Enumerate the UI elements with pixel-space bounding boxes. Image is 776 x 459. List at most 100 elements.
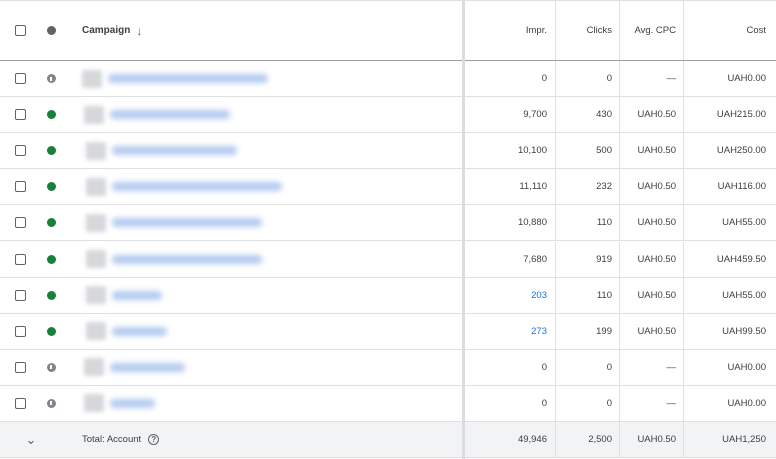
- paused-status-icon[interactable]: [46, 398, 56, 408]
- enabled-status-icon[interactable]: [46, 182, 56, 192]
- sort-descending-icon[interactable]: ↓: [136, 24, 142, 38]
- row-status-cell: [40, 97, 62, 132]
- header-cpc-cell[interactable]: Avg. CPC: [620, 1, 684, 60]
- table-row[interactable]: 11,110 232 UAH0.50 UAH116.00: [0, 169, 776, 206]
- campaign-thumbnail: [86, 322, 106, 341]
- table-row[interactable]: 10,880 110 UAH0.50 UAH55.00: [0, 205, 776, 242]
- table-row[interactable]: 0 0 — UAH0.00: [0, 385, 776, 422]
- select-all-checkbox[interactable]: [14, 25, 26, 36]
- total-cost: UAH1,250: [722, 434, 766, 445]
- campaign-name-link[interactable]: [112, 254, 262, 264]
- header-campaign-cell[interactable]: Campaign ↓: [62, 1, 462, 60]
- row-impr[interactable]: 203: [531, 290, 547, 301]
- row-cpc-cell: UAH0.50: [620, 277, 684, 313]
- row-cpc-cell: UAH0.50: [620, 169, 684, 205]
- enabled-status-icon[interactable]: [46, 290, 56, 300]
- row-avg-cpc: UAH0.50: [637, 109, 676, 121]
- campaign-thumbnail: [84, 358, 104, 377]
- chevron-down-icon[interactable]: ⌄: [26, 432, 37, 448]
- cost-column-header[interactable]: Cost: [746, 25, 766, 36]
- total-avg-cpc: UAH0.50: [637, 434, 676, 445]
- row-cost: UAH0.00: [727, 73, 766, 85]
- row-cost-cell: UAH116.00: [684, 169, 776, 204]
- enabled-status-icon[interactable]: [46, 326, 56, 336]
- campaign-name-link[interactable]: [112, 326, 167, 336]
- row-checkbox[interactable]: [14, 325, 26, 337]
- row-cost-cell: UAH215.00: [684, 97, 776, 132]
- campaign-name-link[interactable]: [112, 182, 282, 192]
- campaign-name-link[interactable]: [112, 146, 237, 156]
- table-row[interactable]: 0 0 — UAH0.00: [0, 61, 776, 98]
- help-icon[interactable]: ?: [148, 434, 160, 445]
- campaign-thumbnail: [86, 177, 106, 196]
- row-cpc-cell: UAH0.50: [620, 241, 684, 277]
- row-cost-cell: UAH459.50: [684, 242, 776, 277]
- campaign-name-link[interactable]: [110, 110, 230, 120]
- row-cost: UAH55.00: [722, 289, 766, 301]
- campaign-column-header[interactable]: Campaign: [82, 25, 130, 36]
- campaign-thumbnail: [82, 69, 102, 88]
- enabled-status-icon[interactable]: [46, 218, 56, 228]
- row-cpc-cell: UAH0.50: [620, 205, 684, 241]
- row-avg-cpc: UAH0.50: [637, 181, 676, 193]
- row-checkbox-cell: [0, 133, 40, 168]
- enabled-status-icon[interactable]: [46, 146, 56, 156]
- total-chevron-cell: ⌄: [0, 422, 62, 457]
- status-column-icon[interactable]: [46, 26, 56, 35]
- row-checkbox[interactable]: [14, 253, 26, 265]
- row-cost: UAH99.50: [722, 325, 766, 337]
- row-checkbox[interactable]: [14, 217, 26, 229]
- campaign-name-link[interactable]: [110, 398, 155, 408]
- row-impr: 7,680: [523, 253, 547, 265]
- row-checkbox-cell: [0, 314, 40, 349]
- paused-status-icon[interactable]: [46, 362, 56, 372]
- row-status-cell: [40, 61, 62, 96]
- table-row[interactable]: 203 110 UAH0.50 UAH55.00: [0, 277, 776, 314]
- header-clicks-cell[interactable]: Clicks: [556, 1, 620, 60]
- column-divider[interactable]: [462, 1, 465, 459]
- campaign-name-link[interactable]: [112, 218, 262, 228]
- table-row[interactable]: 0 0 — UAH0.00: [0, 349, 776, 386]
- header-cost-cell[interactable]: Cost: [684, 1, 776, 60]
- campaign-name-link[interactable]: [108, 74, 268, 84]
- row-checkbox[interactable]: [14, 145, 26, 157]
- enabled-status-icon[interactable]: [46, 110, 56, 120]
- campaigns-table: Campaign ↓ Impr. Clicks Avg. CPC Cost 00…: [0, 0, 776, 459]
- row-campaign-cell: [62, 169, 462, 204]
- enabled-status-icon[interactable]: [46, 254, 56, 264]
- campaign-name-link[interactable]: [110, 362, 185, 372]
- table-row[interactable]: 7,680 919 UAH0.50 UAH459.50: [0, 241, 776, 278]
- row-cost: UAH55.00: [722, 217, 766, 229]
- row-impr[interactable]: 273: [531, 326, 547, 337]
- row-cpc-cell: UAH0.50: [620, 97, 684, 133]
- row-checkbox[interactable]: [14, 397, 26, 409]
- total-label-cell: Total: Account ?: [62, 422, 462, 457]
- row-clicks-cell: 919: [556, 241, 620, 277]
- row-campaign-cell: [62, 205, 462, 240]
- row-checkbox[interactable]: [14, 181, 26, 193]
- row-impr-cell: 203: [465, 277, 556, 313]
- row-impr: 11,110: [519, 181, 547, 193]
- campaign-thumbnail: [86, 250, 106, 269]
- row-checkbox[interactable]: [14, 73, 26, 85]
- row-clicks: 0: [606, 361, 612, 373]
- paused-status-icon[interactable]: [46, 74, 56, 84]
- table-row[interactable]: 9,700 430 UAH0.50 UAH215.00: [0, 97, 776, 134]
- total-cpc-cell: UAH0.50: [620, 422, 684, 457]
- avg-cpc-column-header[interactable]: Avg. CPC: [634, 25, 676, 36]
- row-impr-cell: 273: [465, 313, 556, 349]
- table-row[interactable]: 10,100 500 UAH0.50 UAH250.00: [0, 133, 776, 170]
- table-row[interactable]: 273 199 UAH0.50 UAH99.50: [0, 313, 776, 350]
- header-impr-cell[interactable]: Impr.: [465, 1, 556, 60]
- row-checkbox[interactable]: [14, 361, 26, 373]
- row-checkbox[interactable]: [14, 289, 26, 301]
- row-checkbox[interactable]: [14, 109, 26, 121]
- campaign-name-link[interactable]: [112, 290, 162, 300]
- campaign-thumbnail: [86, 141, 106, 160]
- impr-column-header[interactable]: Impr.: [526, 25, 547, 36]
- row-cpc-cell: UAH0.50: [620, 313, 684, 349]
- row-avg-cpc: UAH0.50: [637, 217, 676, 229]
- clicks-column-header[interactable]: Clicks: [587, 25, 612, 36]
- row-campaign-cell: [62, 242, 462, 277]
- total-impr-cell: 49,946: [465, 422, 556, 457]
